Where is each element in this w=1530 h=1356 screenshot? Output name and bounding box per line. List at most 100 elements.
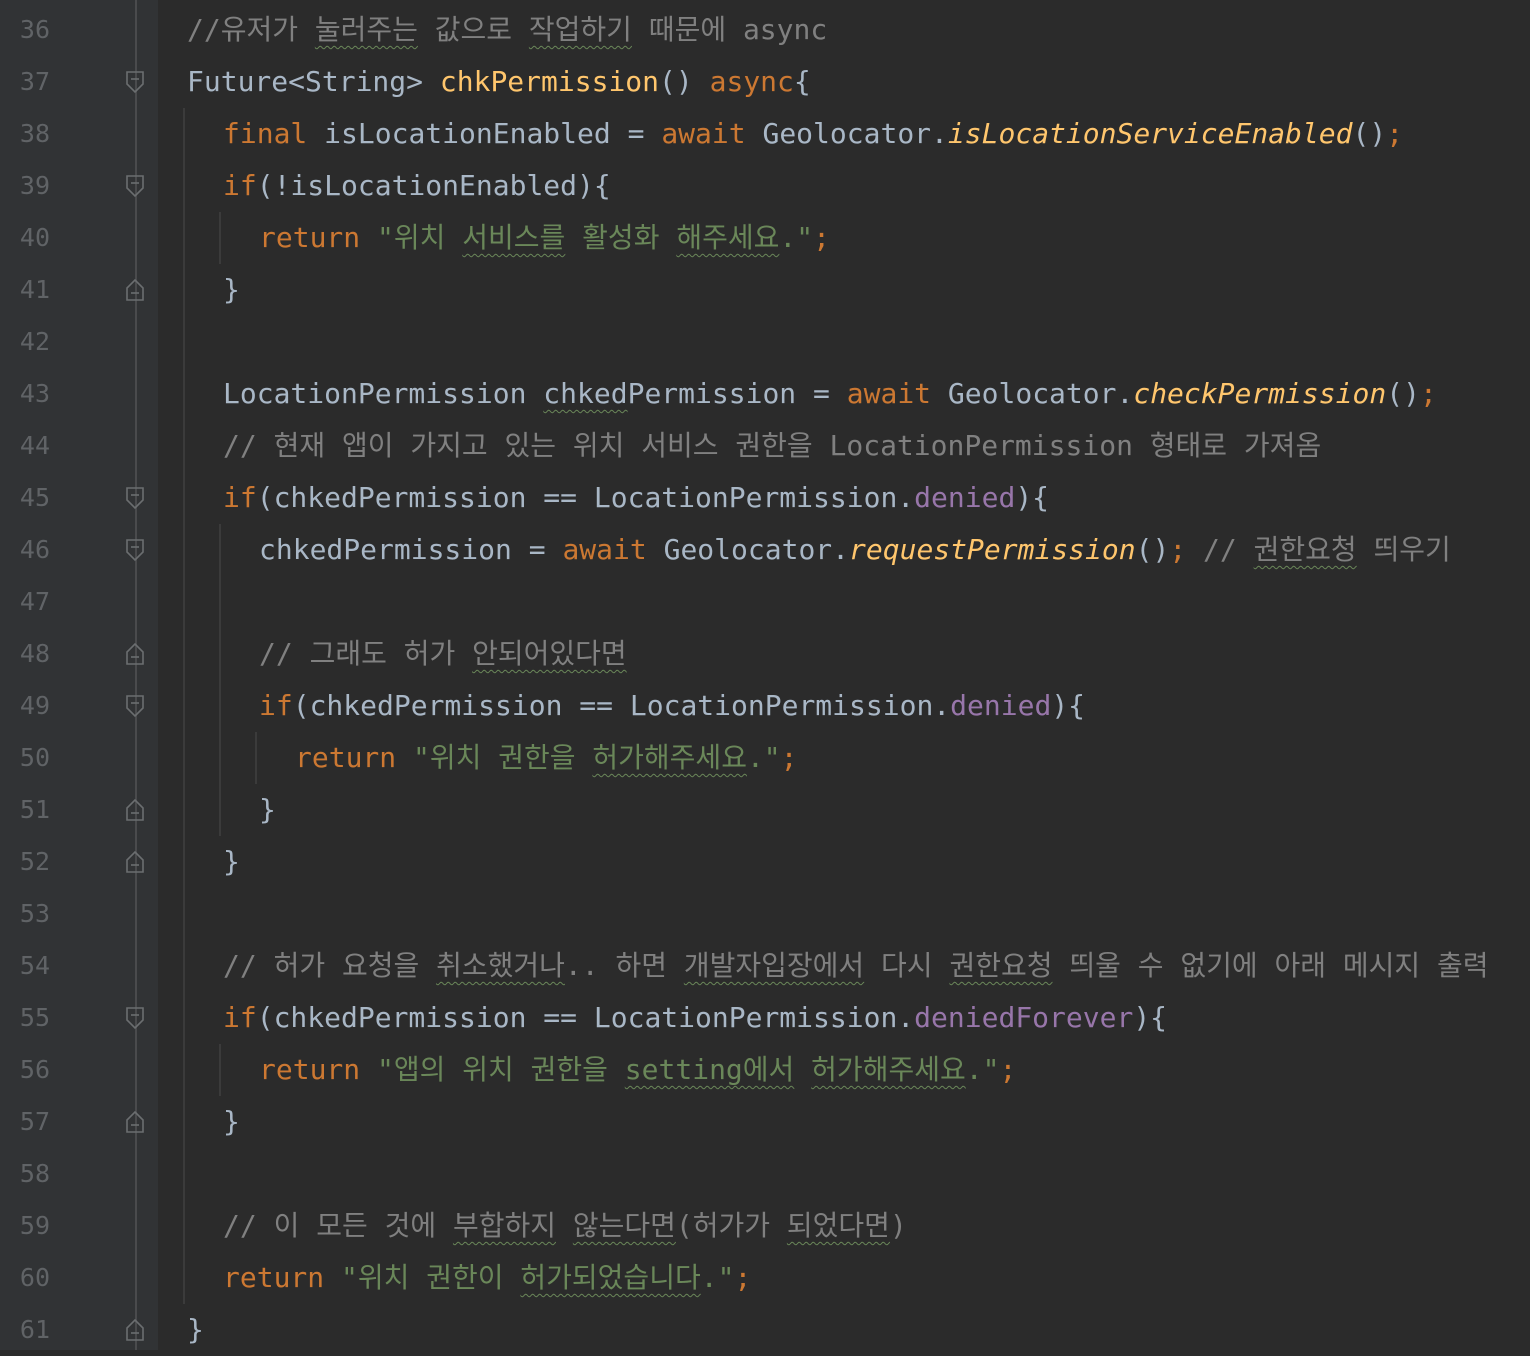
code-line[interactable]: 36 //유저가 눌러주는 값으로 작업하기 때문에 async [0, 4, 1530, 56]
code-line[interactable]: 59 // 이 모든 것에 부합하지 않는다면(허가가 되었다면) [0, 1200, 1530, 1252]
code-line[interactable]: 52} [0, 836, 1530, 888]
fold-open-icon[interactable] [125, 1006, 145, 1030]
code-token: 허가해주세요 [811, 1053, 966, 1086]
code-token: (chkedPermission == LocationPermission. [256, 481, 915, 514]
code-text[interactable]: LocationPermission chkedPermission = awa… [223, 368, 1437, 420]
code-text[interactable]: chkedPermission = await Geolocator.reque… [259, 524, 1451, 576]
code-text[interactable]: return "위치 권한이 허가되었습니다."; [223, 1252, 751, 1304]
code-line[interactable]: 48 // 그래도 허가 안되어있다면 [0, 628, 1530, 680]
code-line[interactable]: 56 return "앱의 위치 권한을 setting에서 허가해주세요."; [0, 1044, 1530, 1096]
code-line[interactable]: 45 if(chkedPermission == LocationPermissi… [0, 472, 1530, 524]
indent-guide [255, 732, 257, 784]
line-number: 37 [19, 67, 50, 96]
code-line[interactable]: 47 [0, 576, 1530, 628]
code-line[interactable]: 41} [0, 264, 1530, 316]
code-text[interactable]: } [259, 784, 276, 836]
indent-guide [183, 992, 185, 1044]
code-line[interactable]: 38 final isLocationEnabled = await Geoloc… [0, 108, 1530, 160]
code-text[interactable]: return "위치 서비스를 활성화 해주세요."; [259, 212, 830, 264]
code-token: } [223, 1105, 240, 1138]
fold-open-icon[interactable] [125, 70, 145, 94]
code-text[interactable]: // 그래도 허가 안되어있다면 [259, 628, 627, 680]
code-line[interactable]: 46 chkedPermission = await Geolocator.req… [0, 524, 1530, 576]
code-text[interactable]: Future<String> chkPermission() async{ [187, 56, 811, 108]
code-editor[interactable]: 36 //유저가 눌러주는 값으로 작업하기 때문에 async 37 Future<… [0, 0, 1530, 1350]
code-text[interactable]: if(!isLocationEnabled){ [223, 160, 611, 212]
code-text[interactable]: // 이 모든 것에 부합하지 않는다면(허가가 되었다면) [223, 1200, 907, 1252]
fold-close-icon[interactable] [125, 850, 145, 874]
indent-guide [183, 316, 185, 368]
indent-guide [183, 784, 185, 836]
line-number: 43 [19, 379, 50, 408]
line-number: 61 [19, 1315, 50, 1344]
code-line[interactable]: 44 // 현재 앱이 가지고 있는 위치 서비스 권한을 LocationPer… [0, 420, 1530, 472]
code-text[interactable]: } [187, 1304, 204, 1356]
code-line[interactable]: 54 // 허가 요청을 취소했거나.. 하면 개발자입장에서 다시 권한요청 띄… [0, 940, 1530, 992]
code-text[interactable]: if(chkedPermission == LocationPermission… [223, 992, 1167, 1044]
code-text[interactable]: // 허가 요청을 취소했거나.. 하면 개발자입장에서 다시 권한요청 띄울 … [223, 940, 1489, 992]
code-token: return [259, 1053, 378, 1086]
line-number: 56 [19, 1055, 50, 1084]
code-text[interactable]: final isLocationEnabled = await Geolocat… [223, 108, 1403, 160]
fold-open-icon[interactable] [125, 694, 145, 718]
line-number: 57 [19, 1107, 50, 1136]
code-text[interactable]: } [223, 836, 240, 888]
indent-guide [219, 784, 221, 836]
code-line[interactable]: 50 return "위치 권한을 허가해주세요."; [0, 732, 1530, 784]
indent-guide [219, 212, 221, 264]
code-text[interactable]: } [223, 264, 240, 316]
code-line[interactable]: 37 Future<String> chkPermission() async{ [0, 56, 1530, 108]
code-text[interactable]: if(chkedPermission == LocationPermission… [259, 680, 1085, 732]
code-line[interactable]: 51} [0, 784, 1530, 836]
indent-guide [219, 628, 221, 680]
indent-guide [219, 524, 221, 576]
code-token: // 허가 요청을 [223, 949, 437, 982]
line-number: 50 [19, 743, 50, 772]
code-line[interactable]: 43 LocationPermission chkedPermission = a… [0, 368, 1530, 420]
code-line[interactable]: 39 if(!isLocationEnabled){ [0, 160, 1530, 212]
fold-close-icon[interactable] [125, 1110, 145, 1134]
fold-close-icon[interactable] [125, 642, 145, 666]
code-token: if [223, 169, 257, 202]
code-text[interactable]: if(chkedPermission == LocationPermission… [223, 472, 1049, 524]
code-token: "위치 권한이 [341, 1261, 521, 1294]
code-text[interactable]: //유저가 눌러주는 값으로 작업하기 때문에 async [187, 4, 827, 56]
code-line[interactable]: 61} [0, 1304, 1530, 1356]
code-line[interactable]: 55 if(chkedPermission == LocationPermissi… [0, 992, 1530, 1044]
indent-guide [183, 1200, 185, 1252]
code-text[interactable]: } [223, 1096, 240, 1148]
code-text[interactable]: // 현재 앱이 가지고 있는 위치 서비스 권한을 LocationPermi… [223, 420, 1321, 472]
code-token: return [223, 1261, 342, 1294]
code-text[interactable]: return "위치 권한을 허가해주세요."; [295, 732, 798, 784]
code-line[interactable]: 42 [0, 316, 1530, 368]
fold-close-icon[interactable] [125, 278, 145, 302]
code-token: ." [965, 1053, 1000, 1086]
code-line[interactable]: 58 [0, 1148, 1530, 1200]
code-token: ; [734, 1261, 752, 1294]
code-token: 부합하지 [452, 1209, 556, 1242]
code-token: Permission = [627, 377, 847, 410]
code-token: (chkedPermission == LocationPermission. [256, 1001, 915, 1034]
fold-close-icon[interactable] [125, 1318, 145, 1342]
code-token: LocationPermission [223, 377, 544, 410]
code-line[interactable]: 57} [0, 1096, 1530, 1148]
fold-close-icon[interactable] [125, 798, 145, 822]
code-token: } [187, 1313, 204, 1346]
indent-guide [183, 1148, 185, 1200]
code-line[interactable]: 53 [0, 888, 1530, 940]
indent-guide [219, 680, 221, 732]
code-line[interactable]: 49 if(chkedPermission == LocationPermissi… [0, 680, 1530, 732]
code-line[interactable]: 40 return "위치 서비스를 활성화 해주세요."; [0, 212, 1530, 264]
code-token: 작업하기 [528, 13, 632, 46]
fold-open-icon[interactable] [125, 486, 145, 510]
code-token: ){ [1015, 481, 1050, 514]
fold-open-icon[interactable] [125, 538, 145, 562]
code-line[interactable]: 60 return "위치 권한이 허가되었습니다."; [0, 1252, 1530, 1304]
code-token: ; [999, 1053, 1017, 1086]
fold-open-icon[interactable] [125, 174, 145, 198]
code-token: await [562, 533, 664, 566]
code-token: 허가되었습니다 [520, 1261, 701, 1294]
code-token: ) [889, 1209, 907, 1242]
code-text[interactable]: return "앱의 위치 권한을 setting에서 허가해주세요."; [259, 1044, 1016, 1096]
